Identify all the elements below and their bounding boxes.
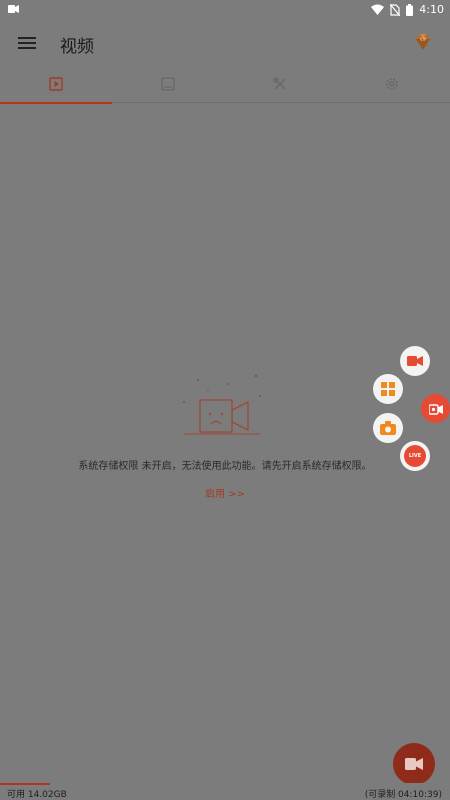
gear-icon — [386, 78, 398, 90]
recordable-time: (可录制 04:10:39) — [364, 790, 442, 800]
clock: 4:10 — [419, 3, 444, 16]
svg-text:VIP: VIP — [420, 37, 427, 42]
live-label: LIVE — [408, 453, 422, 459]
storage-bar: 可用 14.02GB (可录制 04:10:39) — [0, 783, 450, 800]
floating-record-icon — [428, 403, 443, 415]
premium-gem-icon[interactable]: VIP — [412, 31, 434, 53]
battery-icon — [406, 3, 414, 16]
apps-grid-icon — [381, 382, 395, 396]
menu-button[interactable] — [18, 34, 36, 50]
tab-bar — [0, 66, 450, 104]
start-recording-fab[interactable] — [393, 743, 435, 785]
floating-record-button[interactable] — [421, 394, 450, 423]
sad-camera-icon — [183, 374, 261, 435]
image-icon — [161, 77, 175, 91]
live-icon: LIVE — [404, 445, 426, 467]
screenshot-camera-icon — [380, 421, 396, 435]
storage-progress — [0, 783, 50, 785]
enable-permission-link[interactable]: 启用 >> — [0, 485, 450, 500]
record-video-icon — [407, 356, 423, 366]
page-title: 视频 — [60, 37, 94, 57]
wifi-icon — [371, 4, 385, 15]
status-bar: 4:10 — [0, 0, 450, 20]
apps-grid-button[interactable] — [373, 374, 403, 404]
permission-message: 系统存储权限 未开启，无法使用此功能。请先开启系统存储权限。 — [78, 461, 372, 472]
screenshot-button[interactable] — [373, 413, 403, 443]
tab-videos[interactable] — [0, 66, 112, 104]
available-storage: 可用 14.02GB — [7, 790, 67, 800]
tab-images[interactable] — [112, 66, 224, 102]
video-play-icon — [49, 77, 63, 91]
tab-tools[interactable] — [224, 66, 336, 102]
video-camera-icon — [405, 758, 423, 770]
tools-icon — [273, 77, 286, 90]
tab-settings[interactable] — [336, 66, 448, 102]
live-button[interactable]: LIVE — [400, 441, 430, 471]
record-video-button[interactable] — [400, 346, 430, 376]
no-sim-icon — [390, 3, 401, 16]
app-bar: 视频 VIP — [0, 20, 450, 66]
screen-record-status-icon — [8, 5, 19, 13]
